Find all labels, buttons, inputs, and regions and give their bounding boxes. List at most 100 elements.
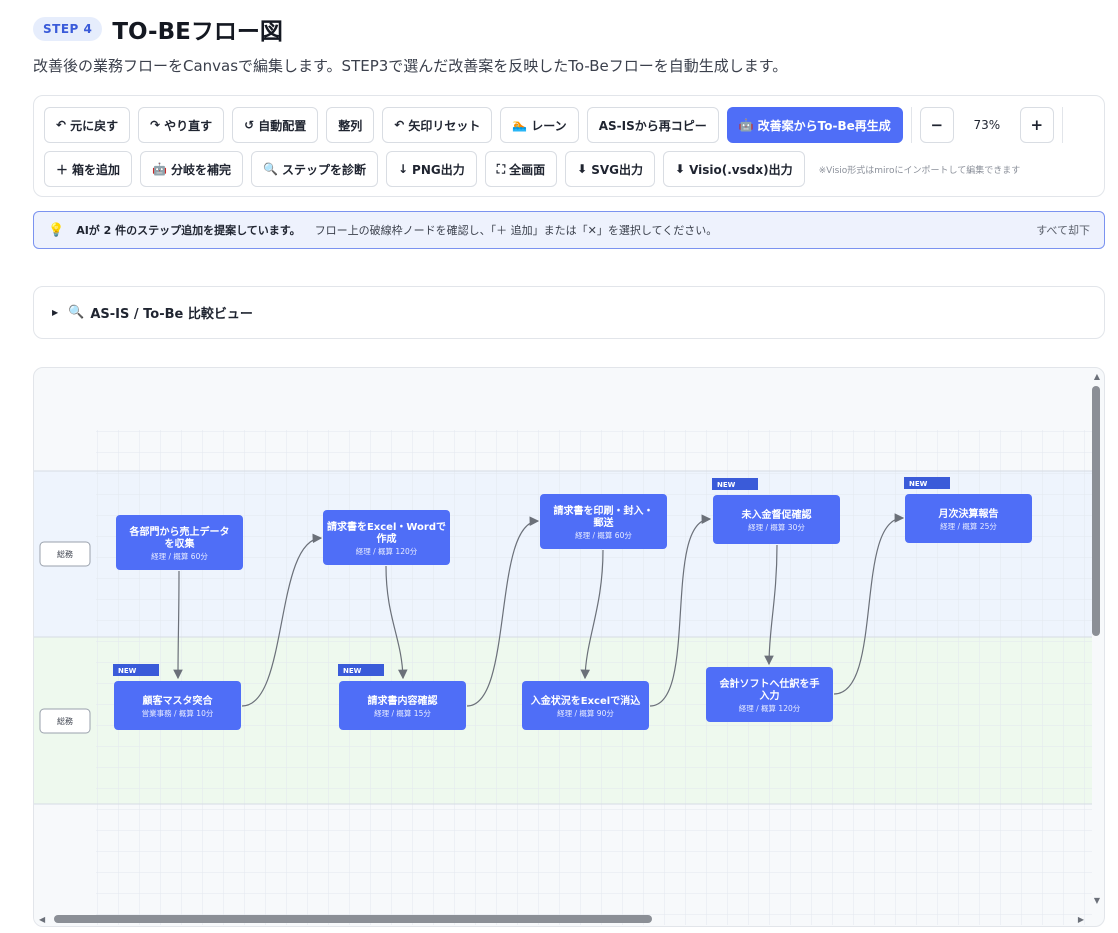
zoom-level: 73% <box>973 118 1001 132</box>
scroll-down-icon[interactable]: ▼ <box>1094 896 1100 905</box>
dismiss-all-button[interactable]: すべて却下 <box>1036 222 1090 238</box>
flow-node-subtitle: 経理 / 概算 60分 <box>151 551 208 561</box>
lane-label: レーン <box>531 118 567 133</box>
toolbar-divider <box>1061 107 1063 143</box>
flow-canvas[interactable]: 総務 総務 各部門から売上データ を収集 経理 / 概算 60分 NEW 顧客マスタ突合 営業… <box>33 367 1105 927</box>
flow-node-title: 入力 <box>760 689 780 702</box>
undo-button[interactable]: ↶ 元に戻す <box>44 107 131 143</box>
redo-icon: ↷ <box>150 118 161 132</box>
new-badge-text: NEW <box>343 667 362 675</box>
new-badge-text: NEW <box>717 481 736 489</box>
new-badge-text: NEW <box>118 667 137 675</box>
scroll-right-icon[interactable]: ▶ <box>1078 915 1084 924</box>
lane-label-text: 総務 <box>57 716 73 726</box>
recopy-asis-label: AS-ISから再コピー <box>598 118 707 133</box>
regenerate-tobe-button[interactable]: 🤖 改善案からTo-Be再生成 <box>726 107 903 143</box>
fullscreen-icon: ⛶ <box>496 161 506 176</box>
diagnose-label: ステップを診断 <box>281 162 366 177</box>
page-description: 改善後の業務フローをCanvasで編集します。STEP3で選んだ改善案を反映した… <box>33 57 788 75</box>
lane-icon: 🏊 <box>512 118 528 132</box>
flow-node[interactable]: 請求書をExcel・Wordで作成経理 / 概算 120分 <box>323 510 450 565</box>
compare-view-toggle[interactable]: ▶ 🔍 AS-IS / To-Be 比較ビュー <box>33 286 1105 339</box>
fullscreen-button[interactable]: ⛶ 全画面 <box>484 151 558 187</box>
download-icon: ⬇ <box>675 162 686 176</box>
banner-headline: AIが 2 件のステップ追加を提案しています。 <box>76 224 301 237</box>
lane-label-text: 総務 <box>57 549 73 559</box>
search-icon: 🔍 <box>68 305 85 320</box>
visio-note: ※Visio形式はmiroにインポートして編集できます <box>818 165 1021 176</box>
redo-button[interactable]: ↷ やり直す <box>138 107 225 143</box>
flow-node-subtitle: 経理 / 概算 60分 <box>575 530 632 540</box>
visio-export-button[interactable]: ⬇ Visio(.vsdx)出力 <box>663 151 805 187</box>
page-header: STEP 4 TO-BEフロー図 <box>33 12 283 46</box>
toolbar-row-2: ＋箱を追加 🤖 分岐を補完 🔍 ステップを診断 ↓ PNG出力 ⛶ 全画面 ⬇ SVG出力… <box>44 151 1020 187</box>
diagnose-button[interactable]: 🔍 ステップを診断 <box>251 151 378 187</box>
auto-layout-label: 自動配置 <box>258 118 307 133</box>
flow-node-subtitle: 経理 / 概算 15分 <box>374 708 431 718</box>
compare-view-label: AS-IS / To-Be 比較ビュー <box>90 307 253 322</box>
flow-node-subtitle: 営業事務 / 概算 10分 <box>142 708 214 718</box>
undo-arrow-icon: ↶ <box>394 118 405 132</box>
zoom-out-button[interactable]: − <box>919 107 954 143</box>
robot-icon: 🤖 <box>738 118 754 132</box>
auto-layout-button[interactable]: ↺ 自動配置 <box>232 107 319 143</box>
expand-triangle-icon: ▶ <box>52 308 59 317</box>
recopy-asis-button[interactable]: AS-ISから再コピー <box>586 107 719 143</box>
lane-button[interactable]: 🏊 レーン <box>500 107 579 143</box>
flow-node-title: 請求書をExcel・Wordで <box>327 520 446 533</box>
horizontal-scrollbar[interactable] <box>54 915 652 923</box>
png-export-label: PNG出力 <box>412 162 465 177</box>
svg-export-label: SVG出力 <box>591 162 643 177</box>
png-export-button[interactable]: ↓ PNG出力 <box>385 151 477 187</box>
toolbar-divider <box>910 107 912 143</box>
complete-branch-button[interactable]: 🤖 分岐を補完 <box>140 151 243 187</box>
vertical-scrollbar[interactable] <box>1092 386 1100 636</box>
flow-node-title: 入金状況をExcelで消込 <box>531 694 640 707</box>
flow-node-title: 請求書を印刷・封入・ <box>554 504 654 517</box>
flow-node[interactable]: 会計ソフトへ仕訳を手入力経理 / 概算 120分 <box>706 667 833 722</box>
flow-node-subtitle: 経理 / 概算 30分 <box>748 522 805 532</box>
flow-diagram[interactable]: 総務総務各部門から売上データを収集経理 / 概算 60分NEW顧客マスタ突合営業… <box>34 368 1105 927</box>
align-button[interactable]: 整列 <box>326 107 375 143</box>
flow-node-title: 郵送 <box>594 516 615 529</box>
flow-node[interactable]: 請求書を印刷・封入・郵送経理 / 概算 60分 <box>540 494 667 549</box>
add-box-button[interactable]: ＋箱を追加 <box>44 151 133 187</box>
download-arrow-icon: ↓ <box>397 162 409 176</box>
plus-icon: ＋ <box>56 162 69 177</box>
scroll-up-icon[interactable]: ▲ <box>1094 372 1100 381</box>
flow-node-title: 顧客マスタ突合 <box>143 694 214 707</box>
undo-label: 元に戻す <box>70 118 119 133</box>
zoom-in-label: + <box>1030 116 1044 134</box>
align-label: 整列 <box>338 118 363 133</box>
svg-export-button[interactable]: ⬇ SVG出力 <box>565 151 655 187</box>
banner-message: フロー上の破線枠ノードを確認し、「＋ 追加」または「✕」を選択してください。 <box>314 224 718 237</box>
flow-node[interactable]: 各部門から売上データを収集経理 / 概算 60分 <box>116 515 243 570</box>
arrow-reset-button[interactable]: ↶ 矢印リセット <box>382 107 493 143</box>
ai-suggestion-banner: 💡 AIが 2 件のステップ追加を提案しています。 フロー上の破線枠ノードを確認… <box>33 211 1105 249</box>
step-badge: STEP 4 <box>33 17 103 41</box>
add-box-label: 箱を追加 <box>72 162 121 177</box>
zoom-out-label: − <box>930 116 944 134</box>
flow-node-subtitle: 経理 / 概算 25分 <box>940 521 997 531</box>
search-icon: 🔍 <box>263 162 278 176</box>
scroll-left-icon[interactable]: ◀ <box>39 915 45 924</box>
fullscreen-label: 全画面 <box>509 162 546 177</box>
new-badge-text: NEW <box>909 480 928 488</box>
toolbar: ↶ 元に戻す ↷ やり直す ↺ 自動配置 整列 ↶ 矢印リセット 🏊 レーン AS-ISか… <box>33 95 1105 197</box>
arrow-reset-label: 矢印リセット <box>408 118 481 133</box>
zoom-in-button[interactable]: + <box>1019 107 1054 143</box>
page-title: TO-BEフロー図 <box>112 19 283 45</box>
flow-node[interactable]: 入金状況をExcelで消込経理 / 概算 90分 <box>522 681 649 730</box>
visio-export-label: Visio(.vsdx)出力 <box>689 162 793 177</box>
undo-icon: ↶ <box>56 118 67 132</box>
toolbar-row-1: ↶ 元に戻す ↷ やり直す ↺ 自動配置 整列 ↶ 矢印リセット 🏊 レーン AS-ISか… <box>44 107 1063 143</box>
flow-node-title: 未入金督促確認 <box>741 508 812 521</box>
lightbulb-icon: 💡 <box>48 222 65 238</box>
refresh-icon: ↺ <box>244 118 255 132</box>
flow-node-title: 会計ソフトへ仕訳を手 <box>720 677 820 690</box>
complete-branch-label: 分岐を補完 <box>170 162 231 177</box>
flow-node-subtitle: 経理 / 概算 90分 <box>557 708 614 718</box>
lane-label[interactable]: 総務 <box>39 541 91 567</box>
flow-node-title: を収集 <box>165 537 196 550</box>
lane-label[interactable]: 総務 <box>39 708 91 734</box>
